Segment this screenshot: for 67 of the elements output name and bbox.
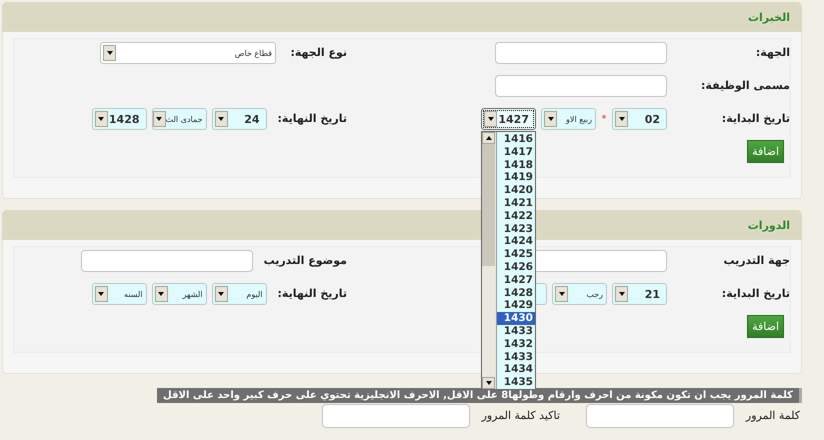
scrollbar[interactable] [482, 132, 497, 389]
caret-icon [544, 111, 557, 127]
dropdown-option[interactable]: 1420 [497, 184, 535, 197]
field-label: تاريخ البداية: [720, 111, 790, 127]
dropdown-select[interactable]: 21 [612, 283, 667, 305]
dropdown-option[interactable]: 1416 [497, 133, 535, 146]
dropdown-select[interactable]: 1428 [92, 108, 147, 130]
dropdown-option[interactable]: 1432 [497, 338, 535, 351]
dropdown-option[interactable]: 1421 [497, 196, 535, 210]
dropdown-option[interactable]: 1434 [497, 363, 535, 376]
dropdown-select[interactable]: قطاع خاص [100, 42, 276, 64]
caret-icon [152, 111, 166, 127]
caret-icon [555, 286, 568, 302]
dropdown-option[interactable]: 1433 [497, 324, 535, 338]
dropdown-option[interactable]: 1430 [497, 312, 535, 325]
section-title: الخبرات [748, 10, 790, 24]
dropdown-option[interactable]: 1435 [497, 376, 535, 389]
text-field[interactable] [80, 250, 253, 272]
dropdown-select[interactable]: رجب [552, 283, 607, 305]
caret-icon [615, 286, 628, 302]
dropdown-select[interactable]: 02 [612, 108, 667, 130]
password-field[interactable] [322, 404, 470, 428]
password-field[interactable] [586, 404, 734, 428]
dropdown-select[interactable]: ربيع الاو [541, 108, 596, 130]
field-label: موضوع التدريب [264, 253, 347, 269]
field-label: جهة التدريب [722, 253, 790, 269]
field-label: نوع الجهة: [289, 45, 347, 61]
dropdown-select[interactable]: جمادى الث [152, 108, 207, 130]
field-label: مسمى الوظيفة: [700, 78, 790, 94]
dropdown-select[interactable]: الشهر [152, 283, 207, 305]
field-label: تاكيد كلمة المرور [482, 408, 560, 424]
dropdown-option[interactable]: 1419 [497, 171, 535, 184]
dropdown-option[interactable]: 1426 [497, 260, 535, 274]
caret-icon [94, 286, 108, 302]
caret-icon [484, 111, 497, 127]
dropdown-option[interactable]: 1418 [497, 158, 535, 172]
field-label: الجهة: [754, 45, 790, 61]
dropdown-option[interactable]: 1428 [497, 286, 535, 300]
add-button[interactable]: اضافة [747, 140, 784, 163]
dropdown-option[interactable]: 1417 [497, 146, 535, 159]
dropdown-select[interactable]: اليوم [212, 283, 267, 305]
section-title: الدورات [748, 218, 790, 232]
dropdown-option[interactable]: 1425 [497, 248, 535, 261]
field-label: تاريخ النهاية: [278, 111, 347, 127]
field-label: تاريخ البداية: [720, 286, 790, 302]
dropdown-option[interactable]: 1429 [497, 299, 535, 312]
text-field[interactable] [495, 42, 667, 64]
dropdown-select[interactable]: السنه [92, 283, 147, 305]
dropdown-option[interactable]: 1423 [497, 222, 535, 236]
text-field[interactable] [495, 75, 667, 97]
password-hint: كلمة المرور يجب ان تكون مكونة من احرف وارقام وطولها8 على الاقل, الاحرف الانجليزية تحتوي على حرف كبير واحد على الاقل [157, 388, 802, 403]
dropdown-select[interactable]: 1427 [481, 108, 536, 130]
caret-icon [154, 286, 168, 302]
dropdown-option[interactable]: 1433 [497, 350, 535, 364]
required-mark: * [601, 114, 607, 124]
add-button[interactable]: اضافة [747, 315, 784, 338]
caret-icon [103, 45, 116, 61]
field-label: كلمة المرور [746, 408, 800, 424]
caret-icon [214, 286, 228, 302]
dropdown-option[interactable]: 1427 [497, 274, 535, 287]
caret-icon [214, 111, 228, 127]
dropdown-option[interactable]: 1422 [497, 210, 535, 223]
caret-icon [94, 111, 108, 127]
dropdown-option[interactable]: 1424 [497, 235, 535, 248]
dropdown-select[interactable]: 24 [212, 108, 267, 130]
caret-icon [615, 111, 628, 127]
field-label: تاريخ النهاية: [278, 286, 347, 302]
